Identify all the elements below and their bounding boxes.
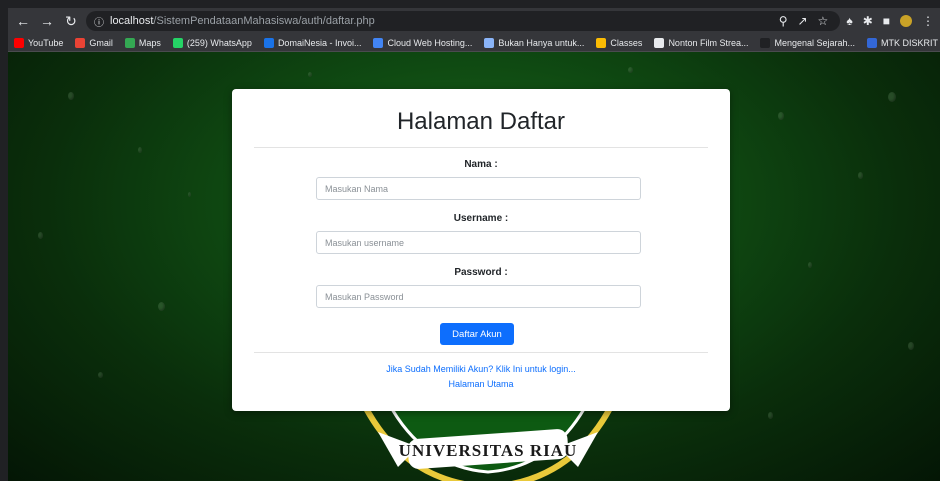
bookmarks-bar: YouTube Gmail Maps (259) WhatsApp DomaiNesia… [8,34,940,52]
bookmark-label: DomaiNesia - Invoi... [277,37,362,48]
url-host: localhost [110,15,154,27]
bookmark-label: Maps [138,37,161,48]
bookmark-label: MTK DISKRIT | Prezi [881,37,940,48]
bookmark-item[interactable]: Mengenal Sejarah... [760,37,856,48]
puzzle-extensions-icon[interactable]: ✱ [863,14,873,28]
bookmark-item[interactable]: Nonton Film Strea... [654,37,749,48]
bookmark-favicon-icon [373,37,384,48]
zoom-icon[interactable]: ⚲ [779,14,788,28]
browser-window: ← → ↻ ⓘ localhost/SistemPendataanMahasis… [8,8,940,481]
extension-icon[interactable]: ♠ [846,14,852,28]
bookmark-label: (259) WhatsApp [186,37,252,48]
menu-kebab-icon[interactable]: ⋮ [922,14,934,28]
bookmark-label: Bukan Hanya untuk... [498,37,585,48]
bookmark-label: Gmail [89,37,113,48]
page-viewport: UNIVERSITAS RIAU Halaman Daftar Nama : U… [8,52,940,481]
url-path: /SistemPendataanMahasiswa/auth/daftar.ph… [153,15,375,27]
info-icon[interactable]: ⓘ [94,14,104,29]
register-card: Halaman Daftar Nama : Username : Passwor… [232,89,730,411]
bookmark-favicon-icon [867,37,878,48]
logo-text: UNIVERSITAS RIAU [399,441,578,460]
username-label: Username : [453,213,509,224]
bookmark-favicon-icon [124,37,135,48]
password-label: Password : [454,267,508,278]
bookmark-label: YouTube [28,37,64,48]
bookmark-favicon-icon [172,37,183,48]
forward-arrow-icon[interactable]: → [38,12,56,30]
side-panel-icon[interactable]: ■ [883,14,890,28]
address-bar[interactable]: ⓘ localhost/SistemPendataanMahasiswa/aut… [86,11,841,31]
bookmark-item[interactable]: Gmail [75,37,113,48]
bookmark-favicon-icon [484,37,495,48]
profile-avatar-icon[interactable] [900,15,912,27]
bookmark-item[interactable]: Maps [124,37,161,48]
bookmark-item[interactable]: DomaiNesia - Invoi... [263,37,362,48]
login-link[interactable]: Jika Sudah Memiliki Akun? Klik Ini untuk… [232,364,730,374]
page-title: Halaman Daftar [396,108,566,135]
bookmark-item[interactable]: Bukan Hanya untuk... [484,37,585,48]
bookmark-label: Mengenal Sejarah... [774,37,856,48]
nama-label: Nama : [464,159,498,170]
footer-divider [254,352,708,353]
bookmark-favicon-icon [596,37,607,48]
bookmark-favicon-icon [263,37,274,48]
daftar-akun-button[interactable]: Daftar Akun [440,323,514,345]
bookmark-favicon-icon [14,37,24,48]
home-link[interactable]: Halaman Utama [232,379,730,389]
reload-icon[interactable]: ↻ [62,12,80,30]
bookmark-label: Classes [610,37,643,48]
title-divider [254,147,708,148]
bookmark-favicon-icon [654,37,665,48]
bookmark-label: Nonton Film Strea... [668,37,749,48]
nama-input[interactable] [316,177,641,200]
share-icon[interactable]: ↗ [797,14,807,28]
back-arrow-icon[interactable]: ← [14,12,32,30]
bookmark-star-icon[interactable]: ☆ [818,14,829,28]
password-input[interactable] [316,285,641,308]
bookmark-item[interactable]: Classes [596,37,643,48]
bookmark-label: Cloud Web Hosting... [387,37,473,48]
bookmark-item[interactable]: YouTube [14,37,64,48]
bookmark-favicon-icon [760,37,771,48]
browser-toolbar: ← → ↻ ⓘ localhost/SistemPendataanMahasis… [8,8,940,34]
bookmark-item[interactable]: Cloud Web Hosting... [373,37,473,48]
bookmark-item[interactable]: MTK DISKRIT | Prezi [867,37,940,48]
bookmark-favicon-icon [75,37,86,48]
bookmark-item[interactable]: (259) WhatsApp [172,37,252,48]
username-input[interactable] [316,231,641,254]
